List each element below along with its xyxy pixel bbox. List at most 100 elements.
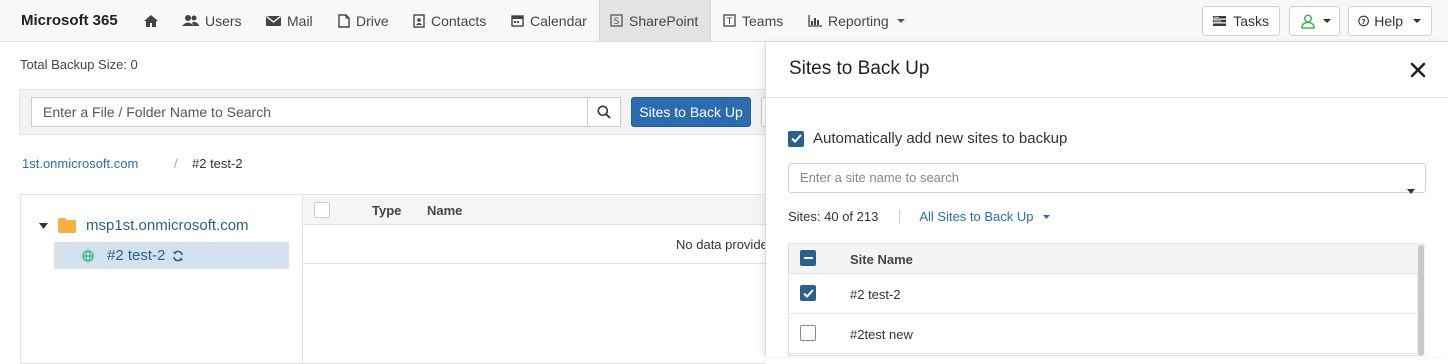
grid-header: Type Name	[303, 195, 765, 225]
nav-drive[interactable]: Drive	[338, 0, 389, 41]
search-icon	[597, 105, 611, 119]
row-checkbox[interactable]	[800, 285, 816, 301]
auto-add-label: Automatically add new sites to backup	[813, 130, 1068, 147]
sites-table: Site Name #2 test-2 #2test new	[788, 243, 1422, 356]
nav-mail-label: Mail	[287, 12, 313, 29]
nav-drive-label: Drive	[356, 12, 389, 29]
app-title: Microsoft 365	[21, 12, 118, 29]
mail-icon	[266, 15, 281, 26]
sharepoint-icon: S	[610, 14, 623, 27]
main-content: Total Backup Size: 0 Enter a File / Fold…	[0, 42, 791, 364]
sites-to-back-up-button[interactable]: Sites to Back Up	[631, 97, 751, 127]
total-backup-size: Total Backup Size: 0	[20, 57, 138, 72]
help-label: Help	[1374, 13, 1403, 29]
site-filter-dropdown[interactable]: All Sites to Back Up	[919, 209, 1050, 224]
search-toolbar: Enter a File / Folder Name to Search Sit…	[19, 89, 791, 135]
auto-add-checkbox[interactable]	[788, 130, 804, 147]
globe-icon	[80, 248, 96, 263]
table-row[interactable]: #2 test-2	[789, 274, 1422, 314]
nav-contacts[interactable]: Contacts	[413, 0, 486, 41]
nav-users[interactable]: Users	[182, 0, 242, 41]
checkmark-icon	[790, 134, 802, 143]
home-icon	[144, 14, 158, 27]
tree-node-selected[interactable]: #2 test-2	[54, 242, 289, 269]
tree-root-label: msp1st.onmicrosoft.com	[86, 217, 249, 234]
calendar-icon	[511, 15, 524, 27]
site-name: #2test new	[850, 327, 913, 342]
tasks-button[interactable]: Tasks	[1202, 6, 1280, 36]
chevron-down-icon[interactable]	[1407, 176, 1415, 204]
grid-empty-row: No data provided	[303, 225, 775, 264]
table-row[interactable]: #2test new	[789, 314, 1422, 354]
contacts-icon	[413, 13, 425, 28]
help-icon: ?	[1358, 15, 1369, 27]
file-search-input[interactable]: Enter a File / Folder Name to Search	[31, 97, 587, 127]
nav-contacts-label: Contacts	[431, 12, 487, 29]
tree-root-node[interactable]: msp1st.onmicrosoft.com	[39, 217, 249, 234]
teams-icon: T	[723, 14, 736, 27]
panel-title: Sites to Back Up	[789, 58, 930, 79]
grid-column-name[interactable]: Name	[427, 203, 462, 218]
chevron-down-icon	[896, 18, 905, 23]
site-search-input[interactable]: Enter a site name to search	[788, 163, 1426, 194]
svg-text:S: S	[614, 17, 620, 27]
caret-down-icon	[1042, 214, 1050, 219]
site-search-placeholder: Enter a site name to search	[800, 170, 959, 185]
breadcrumb-separator: /	[174, 156, 178, 171]
search-button[interactable]	[587, 97, 621, 127]
site-filter-label: All Sites to Back Up	[919, 209, 1034, 224]
site-name: #2 test-2	[850, 287, 901, 302]
breadcrumb: 1st.onmicrosoft.com / #2 test-2	[22, 156, 243, 171]
breadcrumb-root[interactable]: 1st.onmicrosoft.com	[22, 156, 138, 171]
tasks-label: Tasks	[1233, 13, 1269, 29]
svg-text:T: T	[726, 17, 733, 27]
nav-calendar-label: Calendar	[530, 12, 587, 29]
select-all-checkbox[interactable]	[800, 250, 816, 266]
svg-text:?: ?	[1362, 17, 1366, 26]
sites-summary: Sites: 40 of 213 All Sites to Back Up	[788, 209, 1050, 224]
chevron-down-icon	[1323, 19, 1331, 23]
users-icon	[182, 15, 199, 26]
sync-icon[interactable]	[172, 250, 184, 262]
sites-count: Sites: 40 of 213	[788, 209, 879, 224]
nav-mail[interactable]: Mail	[266, 0, 313, 41]
help-button[interactable]: ? Help	[1348, 6, 1432, 36]
sites-scrollbar[interactable]	[1417, 243, 1425, 356]
nav-sharepoint[interactable]: S SharePoint	[599, 0, 711, 41]
site-tree: msp1st.onmicrosoft.com #2 test-2	[20, 194, 302, 364]
nav-teams[interactable]: T Teams	[723, 0, 783, 41]
caret-down-icon[interactable]	[39, 222, 48, 229]
nav-users-label: Users	[205, 12, 242, 29]
nav-calendar[interactable]: Calendar	[511, 0, 587, 41]
nav-reporting-label: Reporting	[828, 12, 889, 29]
folder-icon	[58, 218, 76, 233]
nav-home[interactable]	[143, 0, 165, 41]
row-checkbox[interactable]	[800, 325, 816, 341]
top-nav-bar: Microsoft 365 Users Mail Drive Contacts …	[0, 0, 1448, 42]
chevron-down-icon	[1413, 19, 1421, 23]
tasks-icon	[1213, 16, 1227, 26]
tree-node-label: #2 test-2	[107, 247, 166, 264]
grid-column-type[interactable]: Type	[372, 203, 401, 218]
breadcrumb-current: #2 test-2	[192, 156, 243, 171]
grid-empty-text: No data provided	[676, 237, 776, 252]
user-menu-button[interactable]	[1289, 6, 1340, 36]
user-icon	[1301, 13, 1315, 29]
auto-add-option[interactable]: Automatically add new sites to backup	[788, 130, 1067, 147]
divider	[899, 209, 901, 224]
nav-sharepoint-label: SharePoint	[629, 12, 699, 29]
nav-reporting[interactable]: Reporting	[808, 0, 905, 41]
checkmark-icon	[802, 288, 814, 298]
column-site-name[interactable]: Site Name	[850, 252, 913, 267]
nav-teams-label: Teams	[742, 12, 784, 29]
sites-to-back-up-panel: Sites to Back Up Automatically add new s…	[765, 42, 1448, 356]
chart-icon	[808, 14, 822, 27]
grid-select-all-checkbox[interactable]	[314, 202, 330, 218]
minus-icon	[803, 257, 813, 259]
scrollbar-thumb[interactable]	[1418, 245, 1424, 356]
sites-table-header: Site Name	[789, 244, 1422, 274]
file-icon	[338, 13, 350, 28]
file-grid: Type Name No data provided	[302, 194, 775, 364]
close-icon[interactable]	[1408, 60, 1428, 80]
panel-header: Sites to Back Up	[766, 42, 1448, 98]
